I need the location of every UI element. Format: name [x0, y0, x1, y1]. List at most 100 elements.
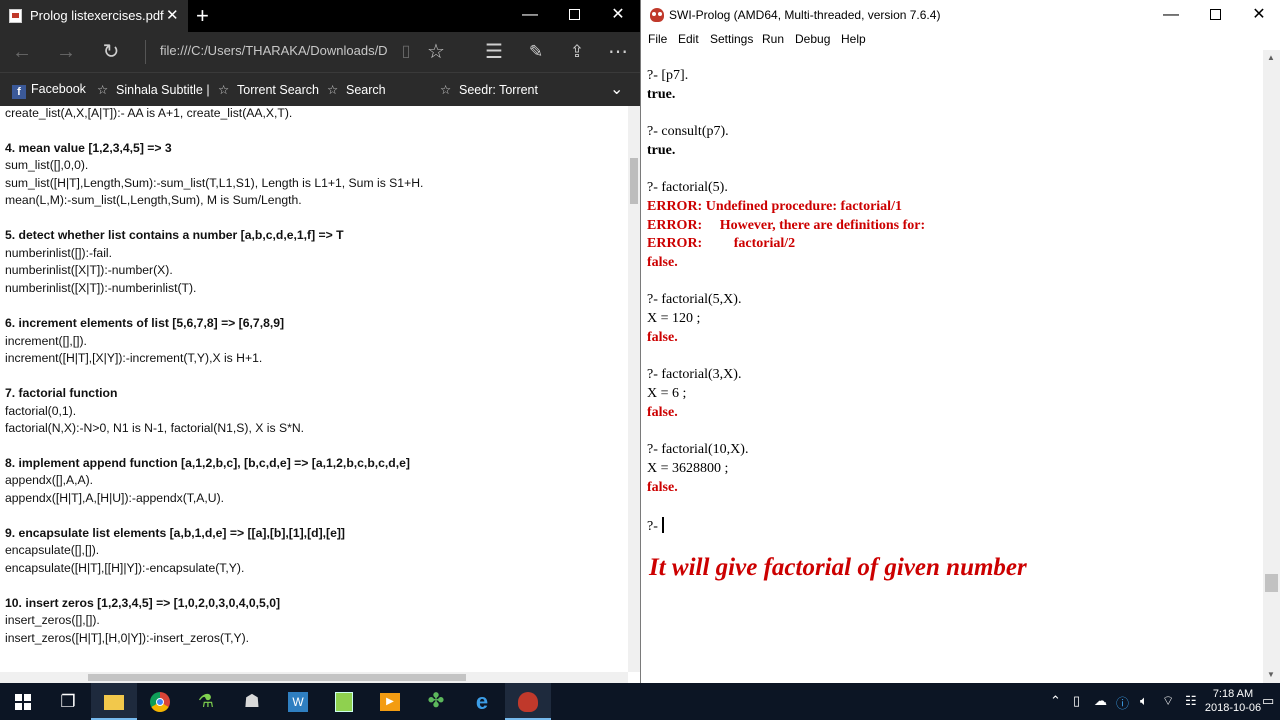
console-answer: X = 3628800 ; [647, 461, 729, 476]
back-arrow-icon[interactable]: ← [6, 36, 38, 68]
console-false: false. [647, 405, 678, 420]
media-player-icon: ▶ [380, 693, 400, 712]
pdf-heading: 9. encapsulate list elements [a,b,1,d,e]… [5, 526, 345, 540]
pdf-line: encapsulate([],[]). [5, 543, 100, 557]
pdf-line: sum_list([H|T],Length,Sum):-sum_list(T,L… [5, 176, 424, 190]
pdf-horizontal-scrollbar[interactable] [0, 672, 628, 683]
favorite-torrent-search[interactable]: ☆ Torrent Search [218, 82, 319, 97]
facebook-icon: f [12, 85, 26, 99]
chevron-down-icon[interactable]: ⌄ [610, 79, 623, 99]
scroll-thumb[interactable] [88, 674, 466, 681]
keyboard-icon[interactable]: ☷ [1185, 693, 1197, 709]
hub-icon[interactable]: ☰ [478, 36, 510, 68]
volume-icon[interactable]: 🔈︎ [1140, 693, 1148, 709]
tab-close-icon[interactable]: ✕ [166, 6, 179, 24]
edge-tab[interactable]: Prolog listexercises.pdf ✕ [0, 0, 188, 32]
menu-settings[interactable]: Settings [710, 32, 753, 46]
scroll-up-icon[interactable]: ▲ [1267, 53, 1275, 62]
more-icon[interactable]: ⋯ [602, 36, 634, 68]
swi-prolog-button[interactable] [505, 683, 551, 720]
edge-nav-bar: ← → ↻ file:///C:/Users/THARAKA/Downloads… [0, 32, 640, 72]
pdf-line: numberinlist([X|T]):-numberinlist(T). [5, 281, 197, 295]
menu-debug[interactable]: Debug [795, 32, 830, 46]
pdf-line: insert_zeros([],[]). [5, 613, 100, 627]
pdf-heading: 6. increment elements of list [5,6,7,8] … [5, 316, 285, 330]
swi-prolog-window: SWI-Prolog (AMD64, Multi-threaded, versi… [640, 0, 1280, 683]
address-bar[interactable]: file:///C:/Users/THARAKA/Downloads/Dc [160, 40, 388, 64]
console-query: ?- [p7]. [647, 68, 689, 83]
maximize-icon [1209, 9, 1221, 21]
file-explorer-button[interactable] [91, 683, 137, 720]
favorite-label: Facebook [31, 82, 86, 96]
close-button[interactable]: ✕ [1237, 0, 1280, 32]
console-false: false. [647, 480, 678, 495]
refresh-icon[interactable]: ↻ [95, 36, 127, 68]
reading-view-icon[interactable]: ▯ [390, 36, 422, 68]
pdf-vertical-scrollbar[interactable] [628, 106, 640, 672]
menu-run[interactable]: Run [762, 32, 784, 46]
menu-bar: File Edit Settings Run Debug Help [641, 30, 1280, 50]
maximize-button[interactable] [552, 0, 596, 32]
scroll-down-icon[interactable]: ▼ [1267, 670, 1275, 679]
star-icon: ☆ [218, 83, 230, 97]
console-scrollbar[interactable]: ▲ ▼ [1263, 50, 1280, 683]
chevron-up-icon[interactable]: ⌃ [1050, 693, 1061, 709]
pdf-line: factorial(N,X):-N>0, N1 is N-1, factoria… [5, 421, 305, 435]
battery-icon[interactable]: ▯ [1073, 693, 1080, 709]
clock[interactable]: 7:18 AM 2018-10-06 [1203, 687, 1263, 715]
maximize-button[interactable] [1193, 0, 1237, 32]
notification-icon[interactable]: ▭ [1262, 693, 1274, 709]
pdf-heading: 5. detect whether list contains a number… [5, 228, 344, 242]
clock-time: 7:18 AM [1212, 688, 1254, 700]
cloud-icon[interactable]: ☁ [1094, 693, 1107, 709]
pdf-heading: 4. mean value [1,2,3,4,5] => 3 [5, 141, 172, 155]
edge-tab-bar: Prolog listexercises.pdf ✕ + — ✕ [0, 0, 640, 32]
pdf-heading: 10. insert zeros [1,2,3,4,5] => [1,0,2,0… [5, 596, 281, 610]
console-result: true. [647, 143, 676, 158]
scroll-thumb[interactable] [1265, 574, 1278, 592]
favorite-sinhala-subtitle[interactable]: ☆ Sinhala Subtitle | [97, 82, 210, 97]
scroll-thumb[interactable] [630, 158, 638, 204]
console-prompt[interactable]: ?- [647, 517, 664, 535]
menu-help[interactable]: Help [841, 32, 866, 46]
clover-icon[interactable]: ✤ [413, 683, 459, 720]
pdf-heading: 8. implement append function [a,1,2,b,c]… [5, 456, 410, 470]
chrome-button[interactable] [137, 683, 183, 720]
minimize-button[interactable]: — [1149, 0, 1193, 32]
blue-app-button[interactable]: W [275, 683, 321, 720]
console-false: false. [647, 255, 678, 270]
pdf-line: encapsulate([H|T],[[H]|Y]):-encapsulate(… [5, 561, 245, 575]
pdf-line: increment([H|T],[X|Y]):-increment(T,Y),X… [5, 351, 263, 365]
favorite-search[interactable]: ☆ Search [327, 82, 386, 97]
console-answer: X = 120 ; [647, 311, 701, 326]
pdf-line: factorial(0,1). [5, 404, 77, 418]
favorite-facebook[interactable]: f Facebook [12, 82, 86, 99]
web-note-icon[interactable]: ✎ [520, 36, 552, 68]
console-answer: X = 6 ; [647, 386, 687, 401]
favorite-star-icon[interactable]: ☆ [420, 36, 452, 68]
task-view-icon[interactable]: ❐ [45, 683, 91, 720]
favorite-seedr[interactable]: ☆ Seedr: Torrent [440, 82, 538, 97]
green-app-icon[interactable]: ⚗ [183, 683, 229, 720]
media-player-button[interactable]: ▶ [367, 683, 413, 720]
console-query: ?- factorial(10,X). [647, 442, 749, 457]
close-button[interactable]: ✕ [596, 0, 640, 32]
console-query: ?- consult(p7). [647, 124, 729, 139]
notepad-button[interactable] [321, 683, 367, 720]
menu-edit[interactable]: Edit [678, 32, 699, 46]
new-tab-button[interactable]: + [196, 3, 209, 29]
forward-arrow-icon[interactable]: → [50, 36, 82, 68]
start-button[interactable] [0, 683, 46, 720]
notepad-icon [335, 692, 353, 713]
minimize-button[interactable]: — [508, 0, 552, 32]
menu-file[interactable]: File [648, 32, 667, 46]
share-icon[interactable]: ⇪ [561, 36, 593, 68]
info-icon[interactable]: ⓘ [1116, 693, 1129, 712]
edge-window: Prolog listexercises.pdf ✕ + — ✕ ← → ↻ f… [0, 0, 640, 683]
network-icon[interactable]: ⌔ [1162, 693, 1174, 709]
console-error: ERROR: factorial/2 [647, 236, 796, 251]
clock-date: 2018-10-06 [1204, 702, 1262, 714]
console-error: ERROR: However, there are definitions fo… [647, 218, 926, 233]
edge-icon[interactable]: e [459, 683, 505, 720]
robot-app-icon[interactable]: ☗ [229, 683, 275, 720]
